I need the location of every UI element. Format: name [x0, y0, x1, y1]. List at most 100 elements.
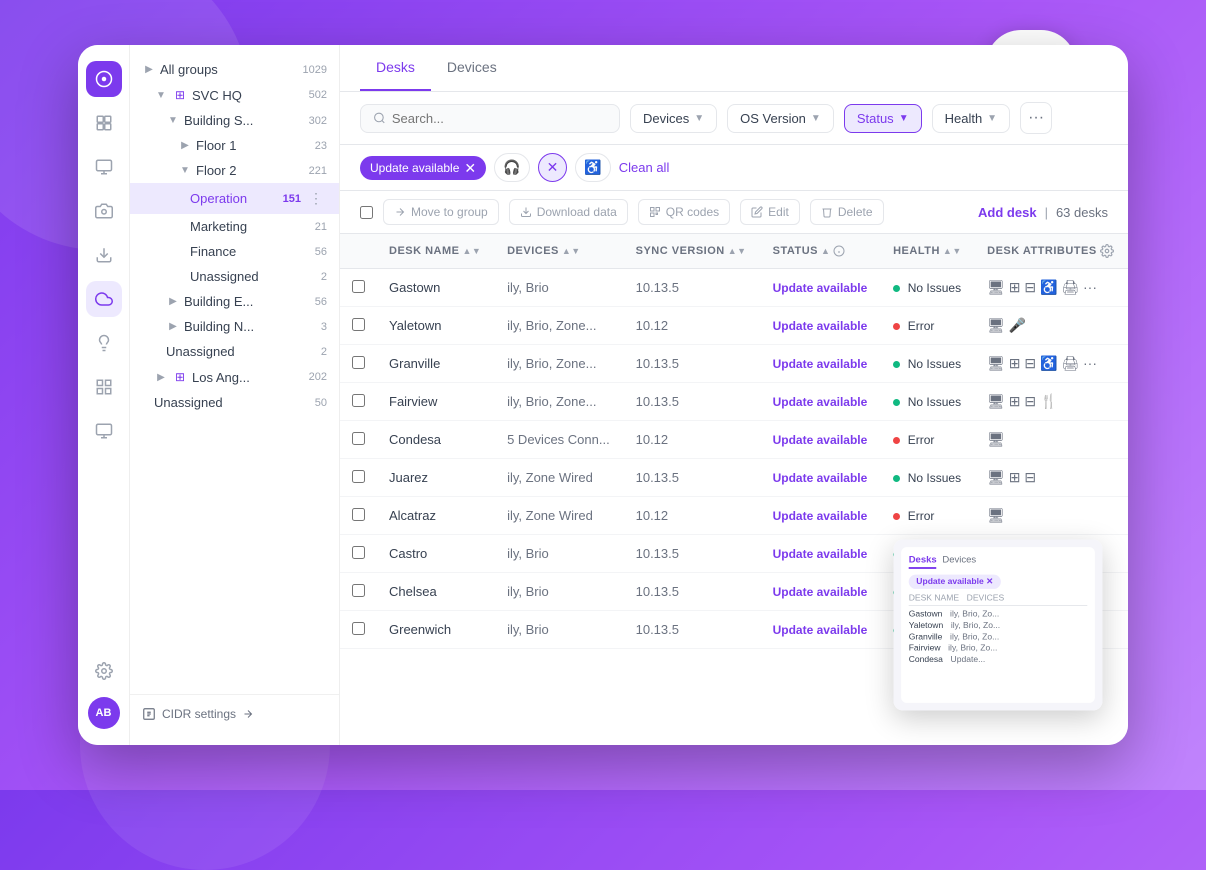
devices-icon[interactable]: [86, 149, 122, 185]
accessibility-chip[interactable]: ♿: [575, 153, 610, 182]
grid-icon[interactable]: [86, 369, 122, 405]
row-checkbox[interactable]: [352, 356, 365, 369]
sidebar-item-all-groups[interactable]: ▶ All groups 1029: [130, 57, 339, 82]
status-sort-icon: ▲: [821, 246, 830, 256]
update-available-close-icon[interactable]: ✕: [464, 161, 476, 175]
desk-name-cell: Castro: [377, 535, 495, 573]
desk-name-cell: Greenwich: [377, 611, 495, 649]
sync-version-cell: 10.12: [624, 421, 761, 459]
bulb-icon[interactable]: [86, 325, 122, 361]
health-text-value: Error: [908, 509, 935, 523]
sidebar-item-unassigned-f2[interactable]: Unassigned 2: [130, 264, 339, 289]
health-header[interactable]: HEALTH ▲▼: [881, 234, 975, 269]
sidebar-item-building-n[interactable]: ▶ Building N... 3: [130, 314, 339, 339]
unassigned-f2-count: 2: [321, 271, 327, 283]
headphone-chip[interactable]: 🎧: [494, 153, 529, 182]
add-desk-button[interactable]: Add desk: [978, 205, 1037, 220]
row-checkbox[interactable]: [352, 470, 365, 483]
os-version-filter[interactable]: OS Version ▼: [727, 104, 834, 133]
floor1-label: Floor 1: [196, 138, 311, 153]
row-checkbox-cell: [340, 307, 377, 345]
sidebar-item-finance[interactable]: Finance 56: [130, 239, 339, 264]
health-sort-icon: ▲▼: [943, 246, 962, 256]
search-input[interactable]: [392, 111, 607, 126]
sidebar-item-marketing[interactable]: Marketing 21: [130, 214, 339, 239]
building-n-label: Building N...: [184, 319, 317, 334]
health-dot-icon: [893, 475, 900, 482]
devices-cell: ily, Brio, Zone...: [495, 383, 624, 421]
delete-button[interactable]: Delete: [810, 199, 884, 225]
row-checkbox[interactable]: [352, 584, 365, 597]
health-text-value: Error: [908, 433, 935, 447]
tab-desks[interactable]: Desks: [360, 45, 431, 91]
desk-name-cell: Fairview: [377, 383, 495, 421]
sync-version-header[interactable]: SYNC VERSION ▲▼: [624, 234, 761, 269]
all-groups-label: All groups: [160, 62, 299, 77]
row-checkbox[interactable]: [352, 508, 365, 521]
los-ang-count: 202: [309, 371, 327, 383]
download-data-button[interactable]: Download data: [509, 199, 628, 225]
sidebar-item-svc-hq[interactable]: ▼ ⊞ SVC HQ 502: [130, 82, 339, 108]
row-checkbox[interactable]: [352, 318, 365, 331]
update-available-chip[interactable]: Update available ✕: [360, 156, 486, 180]
qr-codes-button[interactable]: QR codes: [638, 199, 730, 225]
more-options-button[interactable]: ···: [1020, 102, 1052, 134]
edit-button[interactable]: Edit: [740, 199, 800, 225]
clean-all-button[interactable]: Clean all: [619, 160, 670, 175]
cidr-settings-link[interactable]: CIDR settings: [142, 707, 327, 721]
desk-name-header[interactable]: DESK NAME ▲▼: [377, 234, 495, 269]
row-checkbox[interactable]: [352, 432, 365, 445]
health-filter[interactable]: Health ▼: [932, 104, 1010, 133]
devices-filter[interactable]: Devices ▼: [630, 104, 717, 133]
home-icon[interactable]: [86, 61, 122, 97]
status-filter[interactable]: Status ▼: [844, 104, 922, 133]
user-avatar[interactable]: AB: [88, 697, 120, 729]
sidebar-item-building-s[interactable]: ▼ Building S... 302: [130, 108, 339, 133]
sidebar-item-unassigned-hq[interactable]: Unassigned 2: [130, 339, 339, 364]
status-value: Update available: [773, 509, 868, 523]
desk-name-cell: Gastown: [377, 269, 495, 307]
devices-cell: ily, Brio, Zone...: [495, 345, 624, 383]
sidebar-item-unassigned-root[interactable]: Unassigned 50: [130, 390, 339, 415]
close-chip[interactable]: ✕: [538, 153, 568, 182]
monitor-icon[interactable]: [86, 413, 122, 449]
select-all-checkbox[interactable]: [360, 206, 373, 219]
move-to-group-button[interactable]: Move to group: [383, 199, 499, 225]
devices-header[interactable]: DEVICES ▲▼: [495, 234, 624, 269]
sidebar-item-los-ang[interactable]: ▶ ⊞ Los Ang... 202: [130, 364, 339, 390]
sidebar-item-floor1[interactable]: ▶ Floor 1 23: [130, 133, 339, 158]
status-cell: Update available: [761, 573, 882, 611]
camera-icon[interactable]: [86, 193, 122, 229]
status-chevron-icon: ▼: [899, 113, 909, 124]
row-checkbox[interactable]: [352, 546, 365, 559]
desk-count-label: 63 desks: [1056, 205, 1108, 220]
row-checkbox[interactable]: [352, 394, 365, 407]
desk-name-sort-icon: ▲▼: [463, 246, 482, 256]
devices-cell: ily, Brio: [495, 573, 624, 611]
qr-codes-label: QR codes: [666, 205, 719, 219]
sync-version-cell: 10.13.5: [624, 573, 761, 611]
tab-devices[interactable]: Devices: [431, 45, 513, 91]
row-checkbox[interactable]: [352, 622, 365, 635]
desk-attrs-icons: 🖥: [987, 507, 1116, 524]
status-value: Update available: [773, 357, 868, 371]
sidebar-item-building-e[interactable]: ▶ Building E... 56: [130, 289, 339, 314]
unassigned-root-count: 50: [315, 397, 327, 409]
desk-attrs-settings-icon[interactable]: [1100, 244, 1114, 258]
status-cell: Update available: [761, 383, 882, 421]
qr-icon: [649, 206, 661, 218]
row-checkbox[interactable]: [352, 280, 365, 293]
desk-attributes-cell: 🖥 ⊞ ⊟ ♿ 🖨 ···: [975, 345, 1128, 383]
status-header[interactable]: STATUS ▲: [761, 234, 882, 269]
operation-label: Operation: [190, 191, 279, 206]
layers-icon[interactable]: [86, 105, 122, 141]
desk-attributes-cell: 🖥: [975, 421, 1128, 459]
sidebar-item-floor2[interactable]: ▼ Floor 2 221: [130, 158, 339, 183]
desk-attributes-cell: 🖥: [975, 497, 1128, 535]
os-version-filter-label: OS Version: [740, 111, 806, 126]
download-icon[interactable]: [86, 237, 122, 273]
operation-menu[interactable]: ⋮: [305, 188, 327, 209]
sidebar-item-operation[interactable]: Operation 151 ⋮: [130, 183, 339, 214]
cloud-icon[interactable]: [86, 281, 122, 317]
settings-icon[interactable]: [86, 653, 122, 689]
